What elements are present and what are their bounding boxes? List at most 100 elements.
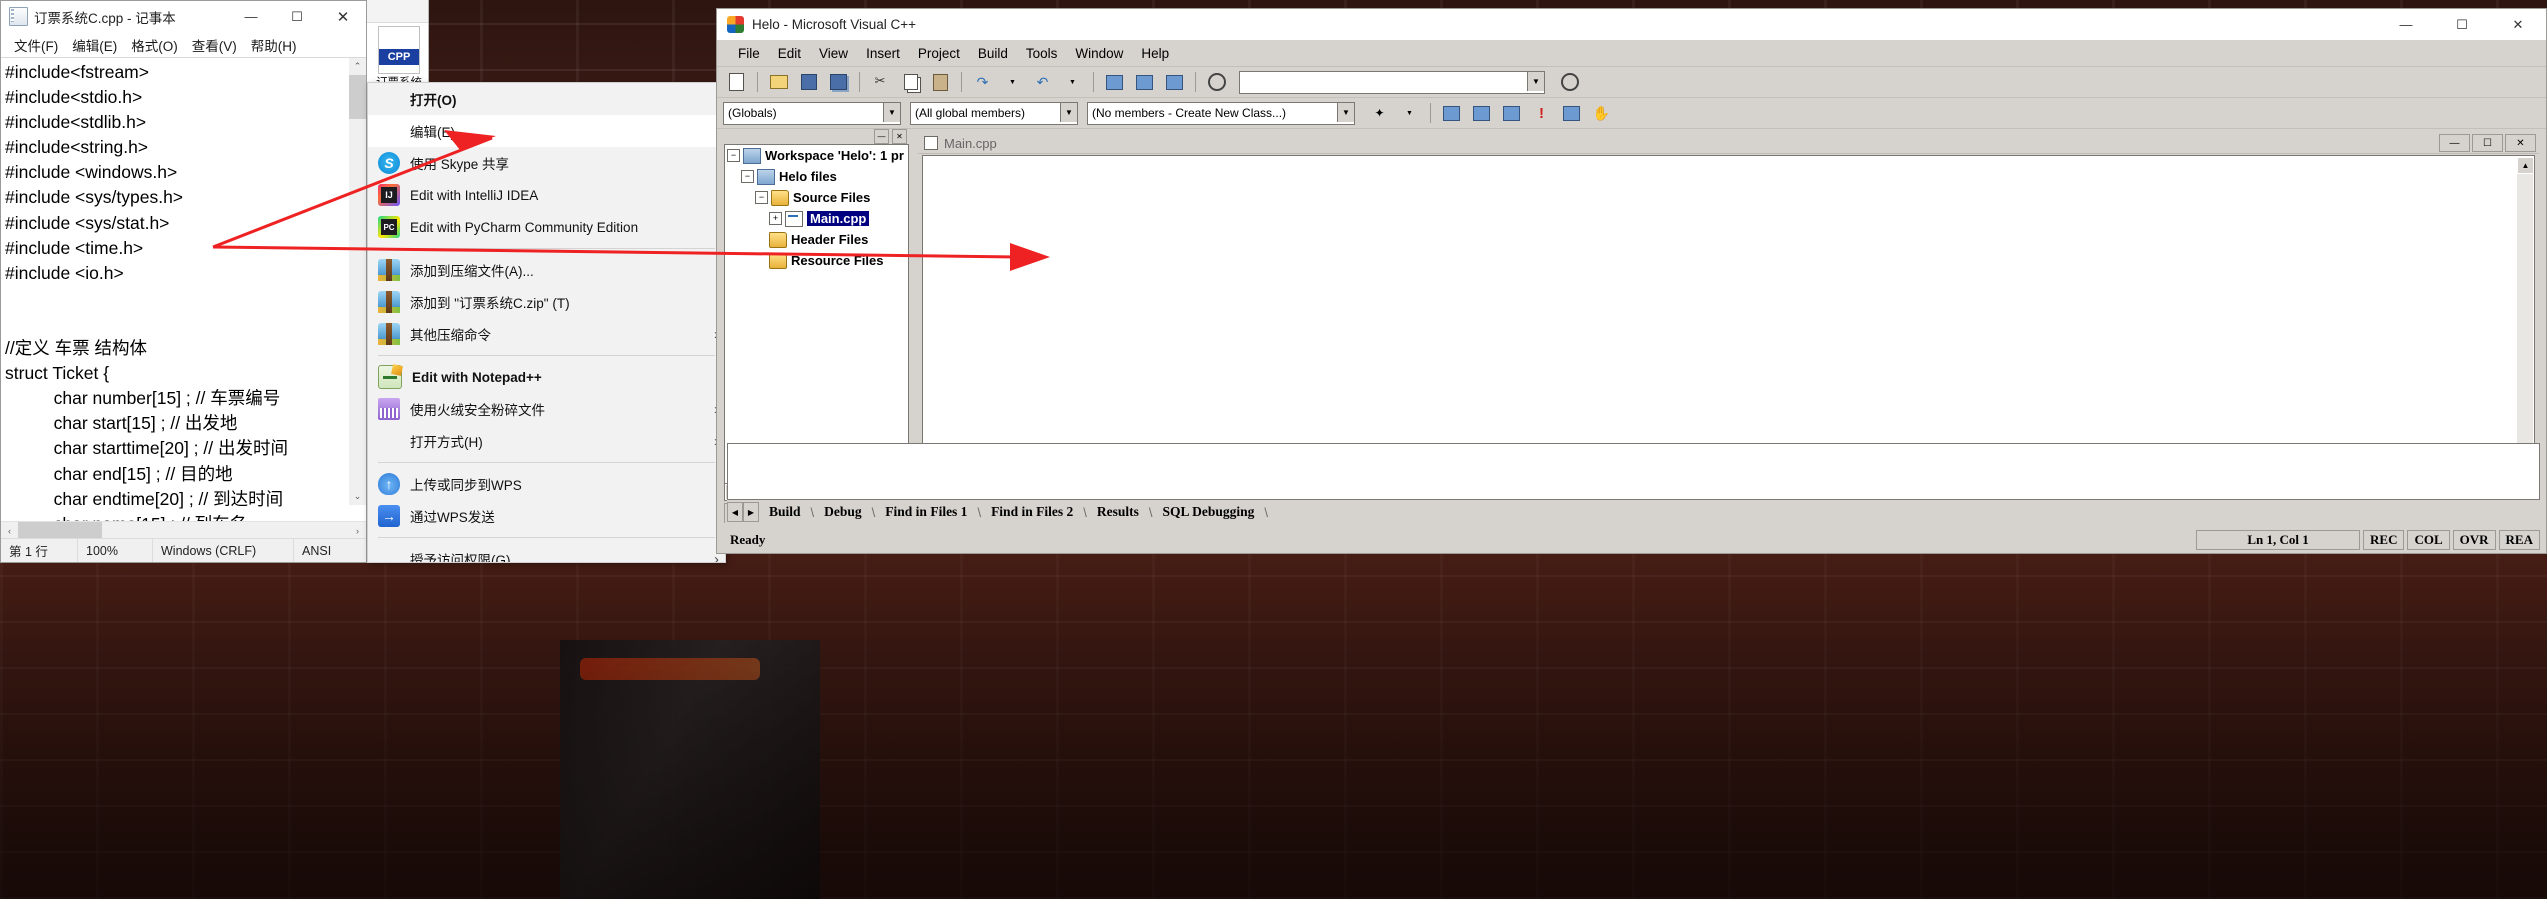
notepad-vertical-scrollbar[interactable]: ⌃ ⌄ [349, 58, 366, 505]
vertical-scroll-thumb[interactable] [349, 75, 366, 119]
vcpp-menu-window[interactable]: Window [1066, 44, 1132, 63]
redo-dropdown[interactable]: ▼ [1059, 69, 1086, 95]
workspace-tree-row[interactable]: Resource Files [725, 250, 908, 271]
output-tab[interactable]: Debug [814, 502, 872, 522]
workspace-tree-row[interactable]: − Workspace 'Helo': 1 pr [725, 145, 908, 166]
workspace-close-button[interactable]: ✕ [892, 129, 907, 144]
undo-dropdown[interactable]: ▼ [999, 69, 1026, 95]
find-next-button[interactable] [1556, 69, 1583, 95]
output-text-area[interactable] [727, 443, 2540, 500]
save-button[interactable] [795, 69, 822, 95]
wizard-button[interactable]: ✦ [1366, 100, 1393, 126]
close-button[interactable]: ✕ [320, 1, 366, 32]
scroll-up-icon[interactable]: ▲ [2517, 157, 2534, 174]
context-menu-item[interactable]: 打开(O) [368, 83, 725, 115]
context-menu-item[interactable]: 打开方式(H)› [368, 425, 725, 457]
output-tab[interactable]: Find in Files 1 [875, 502, 977, 522]
mdi-minimize-button[interactable]: — [2439, 134, 2470, 152]
context-menu-item[interactable]: 上传或同步到WPS [368, 468, 725, 500]
build-button[interactable] [1468, 100, 1495, 126]
vcpp-title-bar[interactable]: Helo - Microsoft Visual C++ — ☐ ✕ [717, 9, 2546, 40]
vcpp-menu-tools[interactable]: Tools [1017, 44, 1067, 63]
chevron-down-icon[interactable]: ▼ [1337, 102, 1354, 122]
output-tab-scroll-left-icon[interactable]: ◀ [727, 502, 743, 522]
context-menu-item[interactable]: 添加到压缩文件(A)... [368, 254, 725, 286]
vcpp-menu-build[interactable]: Build [969, 44, 1017, 63]
file-context-menu[interactable]: 打开(O) 编辑(E) 使用 Skype 共享 Edit with IntelliJ … [367, 82, 726, 563]
output-tab[interactable]: Build [759, 502, 811, 522]
notepad-menu-bar[interactable]: 文件(F) 编辑(E) 格式(O) 查看(V) 帮助(H) [1, 32, 366, 58]
editor-vertical-scrollbar[interactable]: ▲ ▼ [2517, 157, 2534, 475]
notepad-window[interactable]: 订票系统C.cpp - 记事本 — ☐ ✕ 文件(F) 编辑(E) 格式(O) … [0, 0, 367, 563]
chevron-down-icon[interactable]: ▼ [1060, 102, 1077, 122]
notepad-text-area[interactable]: #include<fstream> #include<stdio.h> #inc… [1, 58, 366, 522]
mdi-title-bar[interactable]: Main.cpp — ☐ ✕ [918, 133, 2539, 154]
context-menu-item[interactable]: 通过WPS发送 [368, 500, 725, 532]
context-menu-item[interactable]: 授予访问权限(G) › [368, 543, 725, 563]
find-in-files-button[interactable] [1203, 69, 1230, 95]
new-document-button[interactable] [723, 69, 750, 95]
watch-toggle-button[interactable] [1161, 69, 1188, 95]
members-combo[interactable]: (All global members) ▼ [910, 101, 1078, 125]
output-tab-strip[interactable]: ◀ ▶ Build \ Debug \ Find in Files 1 \ Find in Fi… [727, 501, 2540, 523]
context-menu-item[interactable]: Edit with PyCharm Community Edition [368, 211, 725, 243]
find-combo[interactable]: ▼ [1239, 70, 1545, 94]
copy-button[interactable] [897, 69, 924, 95]
stop-build-button[interactable] [1498, 100, 1525, 126]
paste-button[interactable] [927, 69, 954, 95]
vcpp-menu-project[interactable]: Project [909, 44, 969, 63]
vcpp-close-button[interactable]: ✕ [2490, 9, 2546, 40]
scroll-left-icon[interactable]: ‹ [1, 522, 18, 539]
vcpp-menu-edit[interactable]: Edit [769, 44, 810, 63]
vcpp-menu-help[interactable]: Help [1132, 44, 1178, 63]
notepad-title-bar[interactable]: 订票系统C.cpp - 记事本 — ☐ ✕ [1, 1, 366, 32]
undo-button[interactable]: ↷ [969, 69, 996, 95]
chevron-down-icon[interactable]: ▼ [883, 102, 900, 122]
save-all-button[interactable] [825, 69, 852, 95]
vcpp-menu-insert[interactable]: Insert [857, 44, 909, 63]
menu-file[interactable]: 文件(F) [7, 33, 65, 57]
scroll-right-icon[interactable]: › [349, 522, 366, 539]
maximize-button[interactable]: ☐ [274, 1, 320, 32]
output-tab[interactable]: SQL Debugging [1152, 502, 1264, 522]
workspace-tree-row[interactable]: Header Files [725, 229, 908, 250]
redo-button[interactable]: ↶ [1029, 69, 1056, 95]
output-toggle-button[interactable] [1131, 69, 1158, 95]
scroll-up-icon[interactable]: ⌃ [349, 58, 366, 75]
workspace-tree[interactable]: − Workspace 'Helo': 1 pr − Helo files − Sourc… [724, 144, 909, 485]
vcpp-menu-file[interactable]: File [729, 44, 769, 63]
tree-expander-icon[interactable]: − [727, 149, 740, 162]
scope-combo[interactable]: (Globals) ▼ [723, 101, 901, 125]
context-menu-item[interactable]: 添加到 "订票系统C.zip" (T) [368, 286, 725, 318]
horizontal-scroll-thumb[interactable] [18, 522, 102, 539]
chevron-down-icon[interactable]: ▼ [1527, 71, 1544, 91]
compile-button[interactable] [1438, 100, 1465, 126]
context-menu-item[interactable]: 其他压缩命令› [368, 318, 725, 350]
workspace-tree-row[interactable]: − Source Files [725, 187, 908, 208]
notepad-source-code[interactable]: #include<fstream> #include<stdio.h> #inc… [5, 60, 346, 522]
go-button[interactable] [1558, 100, 1585, 126]
output-tab[interactable]: Find in Files 2 [981, 502, 1083, 522]
mdi-close-button[interactable]: ✕ [2505, 134, 2536, 152]
workspace-tree-row[interactable]: + Main.cpp [725, 208, 908, 229]
context-menu-item[interactable]: Edit with Notepad++ [368, 361, 725, 393]
scroll-down-icon[interactable]: ⌄ [349, 488, 366, 505]
vcpp-standard-toolbar[interactable]: ✂ ↷ ▼ ↶ ▼ ▼ [717, 67, 2546, 98]
tree-expander-icon[interactable]: + [769, 212, 782, 225]
menu-help[interactable]: 帮助(H) [244, 33, 304, 57]
execute-button[interactable]: ! [1528, 100, 1555, 126]
menu-format[interactable]: 格式(O) [124, 33, 185, 57]
cut-button[interactable]: ✂ [867, 69, 894, 95]
context-menu-item[interactable]: Edit with IntelliJ IDEA [368, 179, 725, 211]
vcpp-maximize-button[interactable]: ☐ [2434, 9, 2490, 40]
visual-cpp-window[interactable]: Helo - Microsoft Visual C++ — ☐ ✕ File E… [716, 8, 2547, 554]
output-tab-scroll-right-icon[interactable]: ▶ [743, 502, 759, 522]
context-menu-item[interactable]: 使用火绒安全粉碎文件› [368, 393, 725, 425]
tree-expander-icon[interactable]: − [755, 191, 768, 204]
workspace-toggle-button[interactable] [1101, 69, 1128, 95]
wizard-dropdown[interactable]: ▼ [1396, 100, 1423, 126]
insert-breakpoint-button[interactable]: ✋ [1588, 100, 1615, 126]
menu-view[interactable]: 查看(V) [185, 33, 244, 57]
open-button[interactable] [765, 69, 792, 95]
vcpp-menu-view[interactable]: View [810, 44, 857, 63]
